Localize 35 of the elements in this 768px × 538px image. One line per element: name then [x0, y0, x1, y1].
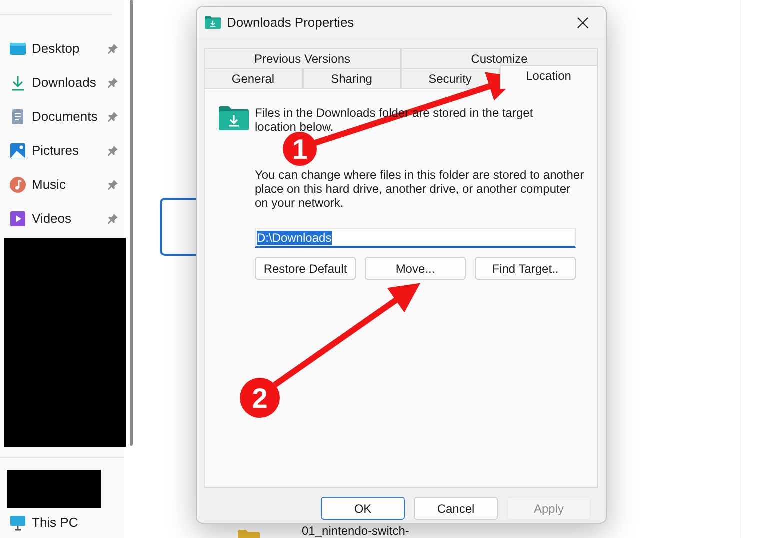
tab[interactable]: Security	[401, 68, 500, 88]
tab[interactable]: Customize	[401, 48, 598, 68]
download-folder-icon	[219, 106, 249, 131]
path-field[interactable]: D:\Downloads	[255, 228, 576, 248]
action-button[interactable]: Restore Default	[255, 257, 356, 280]
sidebar-label[interactable]: Pictures	[32, 143, 79, 158]
action-button[interactable]: Find Target..	[475, 257, 576, 280]
sidebar-label[interactable]: Videos	[32, 211, 72, 226]
tab[interactable]: Location	[500, 65, 598, 89]
action-button[interactable]: Move...	[365, 257, 466, 280]
window-title: Downloads Properties	[227, 15, 356, 30]
music-icon	[10, 176, 26, 193]
close-icon[interactable]	[577, 16, 589, 28]
step-marker: 1	[283, 132, 317, 166]
tab[interactable]: Sharing	[302, 68, 401, 88]
video-icon	[10, 210, 26, 227]
step-marker: 2	[240, 378, 280, 418]
dialog-button[interactable]: OK	[321, 497, 405, 520]
dialog-button[interactable]: Cancel	[414, 497, 498, 520]
document-icon	[10, 108, 26, 125]
sidebar-label[interactable]: This PC	[32, 515, 78, 530]
sidebar-label[interactable]: Documents	[32, 109, 98, 124]
sidebar-label[interactable]: Music	[32, 177, 66, 192]
desktop-icon	[10, 40, 26, 57]
tab[interactable]: Previous Versions	[204, 48, 401, 68]
computer-icon	[10, 514, 26, 531]
tab[interactable]: General	[204, 68, 302, 88]
sidebar-label[interactable]: Desktop	[32, 41, 80, 56]
file-name[interactable]: 01_nintendo-switch-	[302, 524, 410, 538]
scrollbar[interactable]	[130, 0, 133, 446]
picture-icon	[10, 142, 26, 159]
download-icon	[10, 74, 26, 91]
description-text: You can change where files in this folder are stored to another place on this hard drive, another drive, or another computer on your network.	[255, 168, 585, 210]
folder-icon	[205, 16, 221, 29]
sidebar-label[interactable]: Downloads	[32, 75, 96, 90]
